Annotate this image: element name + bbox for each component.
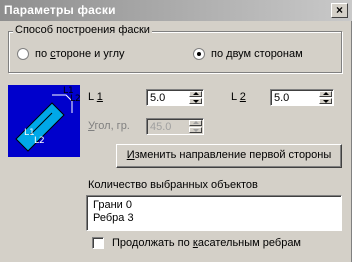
angle-spinbox: 45.0 <box>146 118 204 135</box>
radio-two-sides-circle[interactable] <box>193 48 205 60</box>
radio-side-and-angle-circle[interactable] <box>17 48 29 60</box>
radio-two-sides-label: по двум сторонам <box>211 48 303 60</box>
l1-spin-buttons <box>189 91 202 104</box>
chamfer-preview-icon: L1 L2 L1 L2 <box>8 85 80 157</box>
l2-spin-buttons <box>319 91 332 104</box>
radio-side-and-angle[interactable]: по стороне и углу <box>17 48 125 60</box>
l2-spinbox[interactable]: 5.0 <box>270 89 334 106</box>
angle-increment-button <box>189 120 202 126</box>
title-bar[interactable]: Параметры фаски × <box>0 0 352 21</box>
tangent-edges-checkbox-box[interactable] <box>92 237 104 249</box>
list-item: Грани 0 <box>93 199 132 211</box>
change-first-side-direction-button[interactable]: Изменить направление первой стороны <box>116 144 342 168</box>
preview-label-l2-top: L2 <box>70 94 80 104</box>
selected-objects-title: Количество выбранных объектов <box>88 179 258 191</box>
list-item: Ребра 3 <box>93 212 134 224</box>
close-button[interactable]: × <box>331 3 348 18</box>
group-legend: Способ построения фаски <box>13 24 152 36</box>
angle-spin-buttons <box>189 120 202 133</box>
selected-objects-list[interactable]: Грани 0 Ребра 3 <box>86 195 342 231</box>
l1-label: L 1 <box>88 91 103 103</box>
angle-label: Угол, гр. <box>88 120 130 132</box>
l2-label: L 2 <box>231 91 246 103</box>
l1-input[interactable]: 5.0 <box>150 92 165 104</box>
angle-input: 45.0 <box>150 121 172 133</box>
tangent-edges-checkbox-label: Продолжать по касательным ребрам <box>112 237 301 249</box>
window-title: Параметры фаски <box>4 3 116 17</box>
l2-increment-button[interactable] <box>319 91 332 97</box>
radio-two-sides[interactable]: по двум сторонам <box>193 48 303 60</box>
l2-input[interactable]: 5.0 <box>274 92 289 104</box>
angle-decrement-button <box>189 127 202 133</box>
preview-label-l2: L2 <box>34 136 45 146</box>
chamfer-dialog: Параметры фаски × Способ построения фаск… <box>0 0 352 262</box>
l1-decrement-button[interactable] <box>189 98 202 104</box>
tangent-edges-checkbox[interactable]: Продолжать по касательным ребрам <box>92 237 301 249</box>
radio-side-and-angle-label: по стороне и углу <box>35 48 125 60</box>
l1-increment-button[interactable] <box>189 91 202 97</box>
l1-spinbox[interactable]: 5.0 <box>146 89 204 106</box>
construction-method-group: Способ построения фаски по стороне и угл… <box>8 24 342 73</box>
l2-decrement-button[interactable] <box>319 98 332 104</box>
